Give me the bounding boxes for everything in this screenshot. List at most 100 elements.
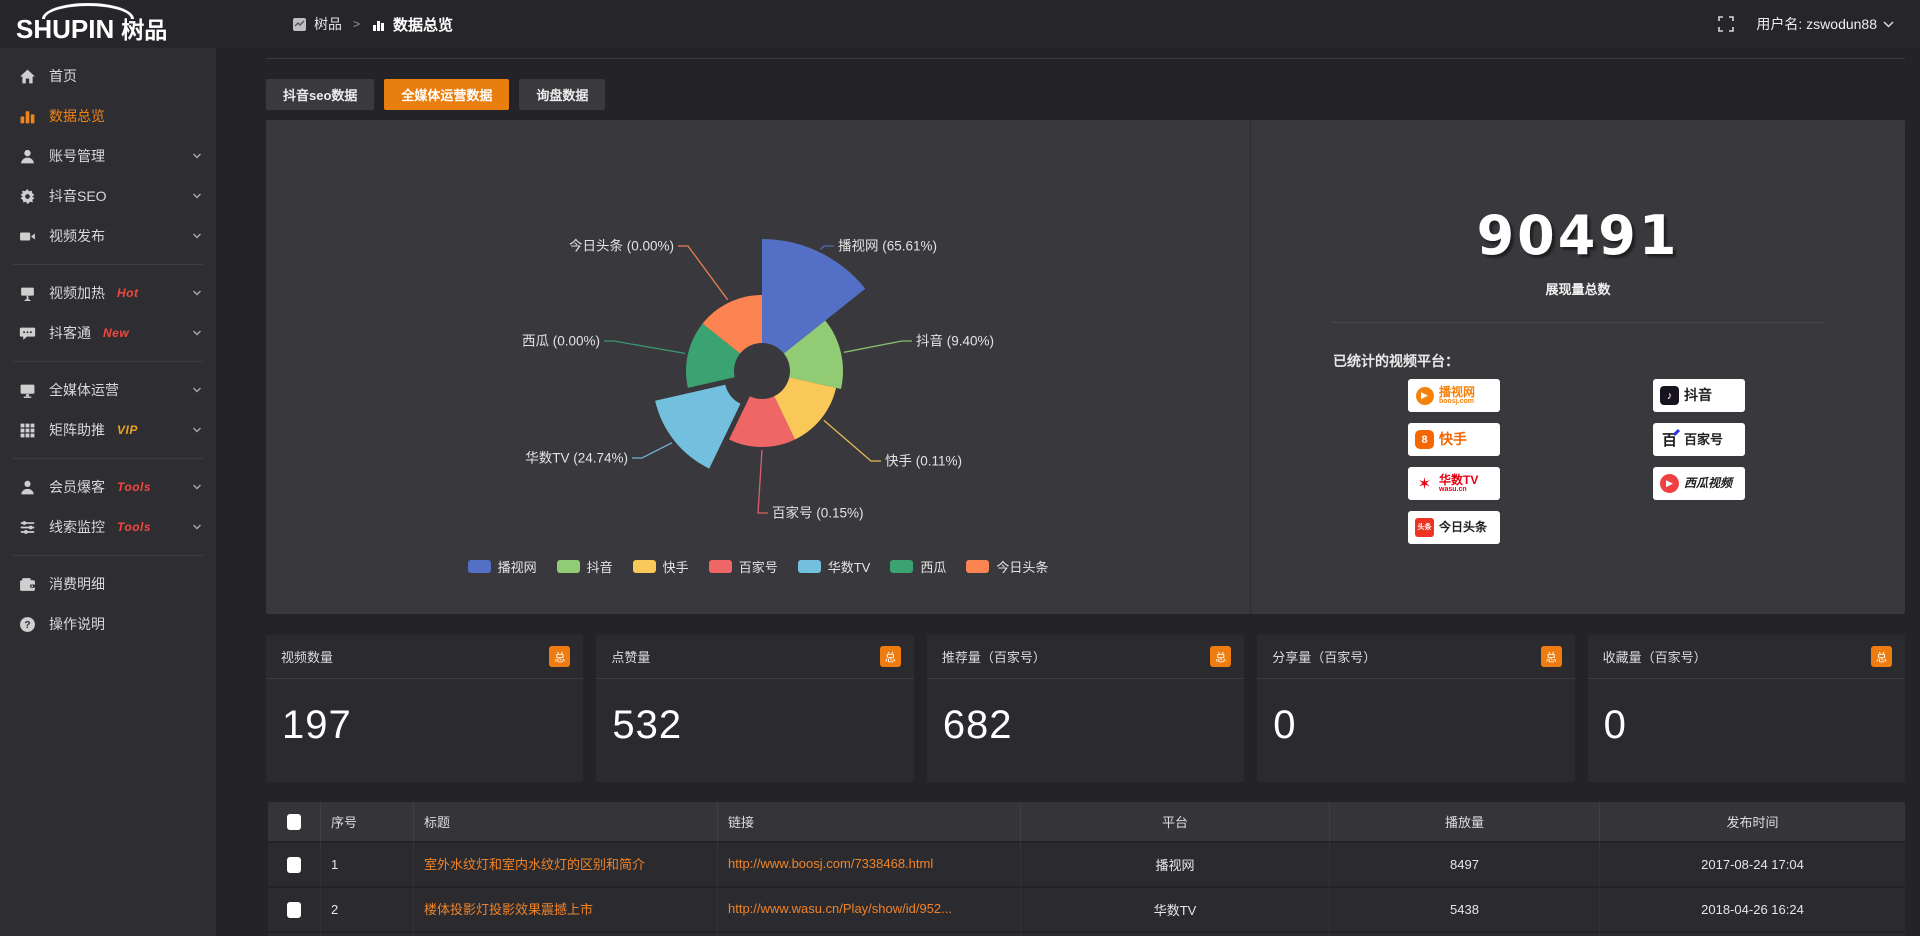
legend-item-快手[interactable]: 快手 — [633, 557, 689, 576]
monitor-icon — [19, 382, 36, 399]
sidebar-item-data-overview[interactable]: 数据总览 — [0, 96, 216, 136]
sidebar-divider — [12, 361, 204, 362]
col-header-time: 发布时间 — [1600, 802, 1905, 843]
pie-label-播视网: 播视网 (65.61%) — [838, 239, 937, 254]
sidebar-item-spending-detail[interactable]: 消费明细 — [0, 564, 216, 604]
platform-name: 今日头条 — [1439, 521, 1487, 534]
sidebar-item-label: 操作说明 — [49, 614, 105, 634]
total-badge: 总 — [1541, 646, 1562, 667]
sidebar-item-omnimedia[interactable]: 全媒体运营 — [0, 370, 216, 410]
sidebar-item-label: 线索监控 — [49, 517, 105, 537]
sidebar-item-lead-monitor[interactable]: 线索监控 Tools — [0, 507, 216, 547]
legend-item-百家号[interactable]: 百家号 — [709, 557, 778, 576]
rose-chart[interactable]: 播视网 (65.61%)抖音 (9.40%)快手 (0.11%)百家号 (0.1… — [266, 120, 1250, 614]
legend-item-抖音[interactable]: 抖音 — [557, 557, 613, 576]
sidebar-divider — [12, 458, 204, 459]
legend-item-播视网[interactable]: 播视网 — [468, 557, 537, 576]
sidebar-item-douketong[interactable]: 抖客通 New — [0, 313, 216, 353]
app-root: SHUPIN 树品 树品 > 数据总览 用户名: zswodun88 — [0, 0, 1920, 936]
user-label: 用户名: zswodun88 — [1756, 14, 1877, 34]
sidebar-item-label: 首页 — [49, 66, 77, 86]
pie-slice-华数TV[interactable] — [655, 385, 740, 469]
pie-label-快手: 快手 (0.11%) — [885, 454, 962, 469]
tools-tag: Tools — [117, 520, 151, 534]
sidebar-divider — [12, 264, 204, 265]
sidebar-item-instructions[interactable]: ? 操作说明 — [0, 604, 216, 644]
total-badge: 总 — [1210, 646, 1231, 667]
breadcrumb-root[interactable]: 树品 — [314, 14, 342, 34]
legend-item-华数TV[interactable]: 华数TV — [798, 557, 871, 576]
sidebar-item-video-heat[interactable]: 视频加热 Hot — [0, 273, 216, 313]
video-url-link[interactable]: http://www.wasu.cn/Play/show/id/952... — [728, 901, 952, 916]
platform-name: 西瓜视频 — [1684, 477, 1732, 490]
pie-label-今日头条: 今日头条 (0.00%) — [569, 238, 674, 254]
stat-card-title: 收藏量（百家号） — [1603, 647, 1707, 666]
sidebar-item-douyin-seo[interactable]: 抖音SEO — [0, 176, 216, 216]
stat-card-value: 0 — [1257, 679, 1574, 748]
kuaishou-logo-icon: 8 — [1415, 430, 1434, 449]
platform-name: 抖音 — [1684, 388, 1712, 403]
legend-swatch — [709, 560, 732, 573]
summary-divider — [1332, 322, 1825, 323]
row-checkbox[interactable] — [287, 857, 301, 873]
legend-swatch — [633, 560, 656, 573]
platform-badge-toutiao: 头条 今日头条 — [1408, 511, 1500, 544]
sidebar-item-account[interactable]: 账号管理 — [0, 136, 216, 176]
tools-tag: Tools — [117, 480, 151, 494]
video-title-link[interactable]: 室外水纹灯和室内水纹灯的区别和简介 — [424, 854, 645, 873]
legend-label: 华数TV — [828, 557, 871, 576]
fullscreen-icon[interactable] — [1718, 16, 1734, 32]
tab-omnimedia-data[interactable]: 全媒体运营数据 — [384, 79, 509, 110]
stat-card-value: 682 — [927, 679, 1244, 748]
label-leader-line — [678, 246, 728, 300]
legend-item-西瓜[interactable]: 西瓜 — [890, 557, 946, 576]
person-icon — [19, 479, 36, 496]
main-content: 抖音seo数据 全媒体运营数据 询盘数据 播视网 (65.61%)抖音 (9.4… — [216, 48, 1920, 936]
cell-plays: 8497 — [1330, 843, 1600, 888]
tab-inquiry-data[interactable]: 询盘数据 — [519, 79, 605, 110]
platform-sub: boosj.com — [1439, 398, 1475, 405]
platform-name: 播视网 — [1439, 386, 1475, 399]
platforms-label: 已统计的视频平台： — [1333, 351, 1905, 371]
signboard-icon — [19, 285, 36, 302]
total-badge: 总 — [880, 646, 901, 667]
legend-swatch — [468, 560, 491, 573]
chevron-down-icon — [1883, 21, 1894, 28]
breadcrumb-current[interactable]: 数据总览 — [393, 14, 453, 35]
chevron-down-icon — [192, 328, 202, 338]
sidebar-item-matrix-boost[interactable]: 矩阵助推 VIP — [0, 410, 216, 450]
chevron-down-icon — [192, 151, 202, 161]
row-checkbox[interactable] — [287, 902, 301, 918]
tab-douyin-seo-data[interactable]: 抖音seo数据 — [266, 79, 374, 110]
sidebar-item-video-publish[interactable]: 视频发布 — [0, 216, 216, 256]
header-right: 用户名: zswodun88 — [1718, 14, 1920, 34]
svg-text:?: ? — [24, 620, 30, 631]
chevron-down-icon — [192, 425, 202, 435]
video-title-link[interactable]: 楼体投影灯投影效果震撼上市 — [424, 899, 593, 918]
gear-icon — [19, 188, 36, 205]
chevron-down-icon — [192, 522, 202, 532]
overview-panel: 播视网 (65.61%)抖音 (9.40%)快手 (0.11%)百家号 (0.1… — [266, 120, 1905, 614]
stat-card-value: 197 — [266, 679, 583, 748]
stat-card-value: 532 — [596, 679, 913, 748]
wasu-logo-icon: ✶ — [1415, 474, 1434, 493]
sidebar-item-member-baoke[interactable]: 会员爆客 Tools — [0, 467, 216, 507]
legend-label: 百家号 — [739, 557, 778, 576]
sidebar-item-home[interactable]: 首页 — [0, 56, 216, 96]
chevron-down-icon — [192, 385, 202, 395]
app-square-icon — [292, 17, 307, 32]
select-all-checkbox[interactable] — [287, 814, 301, 830]
legend-item-今日头条[interactable]: 今日头条 — [966, 557, 1048, 576]
sidebar-item-label: 抖音SEO — [49, 186, 107, 206]
cell-num: 2 — [321, 888, 414, 933]
user-menu[interactable]: 用户名: zswodun88 — [1756, 14, 1894, 34]
label-leader-line — [824, 420, 881, 461]
table-header-row: 序号 标题 链接 平台 播放量 发布时间 — [268, 802, 1905, 843]
cell-platform: 华数TV — [1021, 888, 1330, 933]
video-url-link[interactable]: http://www.boosj.com/7338468.html — [728, 856, 933, 871]
pie-label-西瓜: 西瓜 (0.00%) — [522, 334, 600, 349]
brand-logo: SHUPIN 树品 — [0, 0, 216, 48]
toutiao-logo-icon: 头条 — [1415, 518, 1434, 537]
sidebar-item-label: 视频发布 — [49, 226, 105, 246]
cell-platform: 播视网 — [1021, 843, 1330, 888]
